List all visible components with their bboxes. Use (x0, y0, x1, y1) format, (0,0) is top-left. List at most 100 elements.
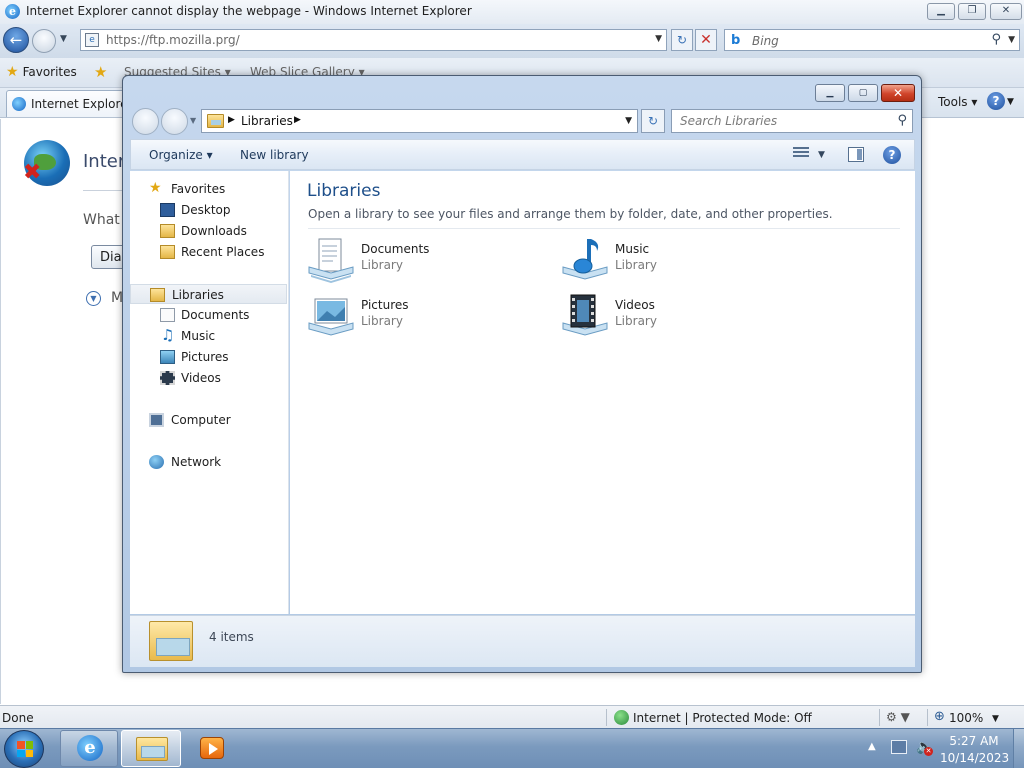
recent-locations-dropdown[interactable]: ▼ (190, 116, 196, 125)
nav-network[interactable]: Network (130, 452, 287, 472)
tools-menu[interactable]: Tools ▾ (938, 95, 977, 109)
restore-button[interactable]: ❐ (958, 3, 986, 20)
library-name: Videos (615, 298, 655, 312)
view-options-dropdown[interactable]: ▼ (818, 150, 825, 160)
nav-desktop[interactable]: Desktop (130, 200, 287, 220)
breadcrumb-libraries[interactable]: Libraries (241, 114, 293, 128)
network-icon[interactable] (891, 740, 907, 754)
address-dropdown[interactable]: ▼ (655, 34, 662, 44)
nav-favorites[interactable]: ★ Favorites (130, 179, 287, 199)
security-zone[interactable]: Internet | Protected Mode: Off (633, 711, 812, 725)
nav-documents[interactable]: Documents (130, 305, 287, 325)
library-music[interactable]: Music Library (561, 237, 781, 285)
downloads-icon (160, 224, 175, 238)
nav-recent-places[interactable]: Recent Places (130, 242, 287, 262)
nav-videos[interactable]: Videos (130, 368, 287, 388)
search-dropdown[interactable]: ▼ (1008, 35, 1015, 45)
minimize-button[interactable]: ▁ (927, 3, 955, 20)
favorites-button[interactable]: ★ Favorites (6, 64, 77, 80)
ie-navigation-bar: ← ▼ e https://ftp.mozilla.prg/ ▼ ↻ ✕ b B… (0, 24, 1024, 58)
address-text[interactable]: https://ftp.mozilla.prg/ (106, 33, 240, 47)
preview-pane-icon[interactable] (848, 147, 864, 162)
library-documents[interactable]: Documents Library (307, 237, 527, 285)
nav-downloads[interactable]: Downloads (130, 221, 287, 241)
nav-label: Documents (181, 308, 250, 322)
help-icon[interactable]: ? (883, 146, 901, 164)
refresh-icon: ↻ (647, 114, 659, 128)
explorer-window[interactable]: ▁ ▢ ✕ ▼ ▶ Libraries ▶ ▼ ↻ Search Librari… (122, 75, 922, 673)
muted-badge-icon: ✕ (924, 747, 933, 756)
folder-icon (149, 621, 193, 661)
clock-time[interactable]: 5:27 AM (945, 734, 1003, 748)
start-button[interactable] (4, 730, 44, 768)
nav-computer[interactable]: Computer (130, 410, 287, 430)
nav-label: Computer (171, 413, 231, 427)
windows-logo-icon (17, 741, 33, 757)
taskbar: e ▲ 🔈 ✕ 5:27 AM 10/14/2023 (0, 728, 1024, 768)
taskbar-internet-explorer[interactable]: e (60, 730, 118, 767)
details-pane: 4 items (130, 615, 915, 667)
explorer-close-button[interactable]: ✕ (881, 84, 915, 102)
libraries-content: Libraries Open a library to see your fil… (290, 171, 915, 614)
star-icon: ★ (149, 180, 162, 196)
explorer-search-box[interactable]: Search Libraries ⚲ (671, 109, 913, 133)
explorer-back-button[interactable] (132, 108, 159, 135)
address-bar[interactable]: e https://ftp.mozilla.prg/ ▼ (80, 29, 667, 51)
nav-music[interactable]: ♫ Music (130, 326, 287, 346)
libraries-subheading: Open a library to see your files and arr… (308, 207, 833, 221)
nav-libraries[interactable]: Libraries (130, 284, 287, 304)
change-view-icon[interactable] (793, 147, 809, 161)
gear-icon[interactable]: ⚙ ▼ (886, 710, 910, 724)
breadcrumb-arrow-icon[interactable]: ▶ (228, 115, 235, 125)
library-pictures[interactable]: Pictures Library (307, 293, 527, 341)
explorer-maximize-button[interactable]: ▢ (848, 84, 878, 102)
clock-date[interactable]: 10/14/2023 (940, 751, 1009, 765)
help-dropdown[interactable]: ▼ (1007, 97, 1014, 107)
explorer-minimize-button[interactable]: ▁ (815, 84, 845, 102)
library-videos[interactable]: Videos Library (561, 293, 781, 341)
address-history-dropdown[interactable]: ▼ (625, 116, 632, 126)
status-separator (927, 709, 928, 726)
documents-library-icon (308, 238, 354, 283)
zoom-icon: ⊕ (934, 709, 945, 724)
library-type: Library (615, 314, 657, 328)
stop-button[interactable]: ✕ (695, 29, 717, 51)
zoom-level[interactable]: 100% (949, 711, 983, 725)
explorer-address-bar[interactable]: ▶ Libraries ▶ ▼ (201, 109, 638, 133)
show-desktop-button[interactable] (1013, 729, 1024, 768)
taskbar-media-player[interactable] (184, 730, 240, 767)
explorer-search-placeholder[interactable]: Search Libraries (680, 114, 777, 128)
nav-label: Network (171, 455, 222, 469)
documents-icon (160, 308, 175, 322)
ie-title-bar[interactable]: e Internet Explorer cannot display the w… (0, 0, 1024, 24)
refresh-icon: ↻ (676, 33, 688, 47)
desktop-icon (160, 203, 175, 217)
expand-icon[interactable]: ▼ (86, 291, 101, 306)
zoom-dropdown[interactable]: ▼ (992, 714, 999, 724)
stop-icon: ✕ (700, 32, 712, 48)
breadcrumb-arrow-icon[interactable]: ▶ (294, 115, 301, 125)
back-button[interactable]: ← (3, 27, 29, 53)
new-library-button[interactable]: New library (240, 148, 309, 162)
search-icon[interactable]: ⚲ (991, 32, 1001, 47)
compatibility-refresh-button[interactable]: ↻ (671, 29, 693, 51)
explorer-forward-button[interactable] (161, 108, 188, 135)
nav-pictures[interactable]: Pictures (130, 347, 287, 367)
taskbar-windows-explorer[interactable] (121, 730, 181, 767)
recent-pages-dropdown[interactable]: ▼ (60, 34, 67, 44)
search-box[interactable]: b Bing ⚲ ▼ (724, 29, 1020, 51)
help-icon[interactable]: ? (987, 92, 1005, 110)
forward-button[interactable] (32, 29, 56, 53)
organize-menu[interactable]: Organize ▾ (149, 148, 213, 162)
status-separator (879, 709, 880, 726)
search-icon[interactable]: ⚲ (897, 113, 907, 128)
library-name: Documents (361, 242, 430, 256)
close-button[interactable]: ✕ (990, 3, 1022, 20)
library-type: Library (615, 258, 657, 272)
add-to-favorites-icon[interactable]: ★ (94, 63, 107, 81)
window-title: Internet Explorer cannot display the web… (26, 4, 472, 18)
search-placeholder[interactable]: Bing (752, 34, 779, 48)
show-hidden-icons[interactable]: ▲ (868, 741, 876, 752)
explorer-refresh-button[interactable]: ↻ (641, 109, 665, 133)
nav-label: Desktop (181, 203, 231, 217)
